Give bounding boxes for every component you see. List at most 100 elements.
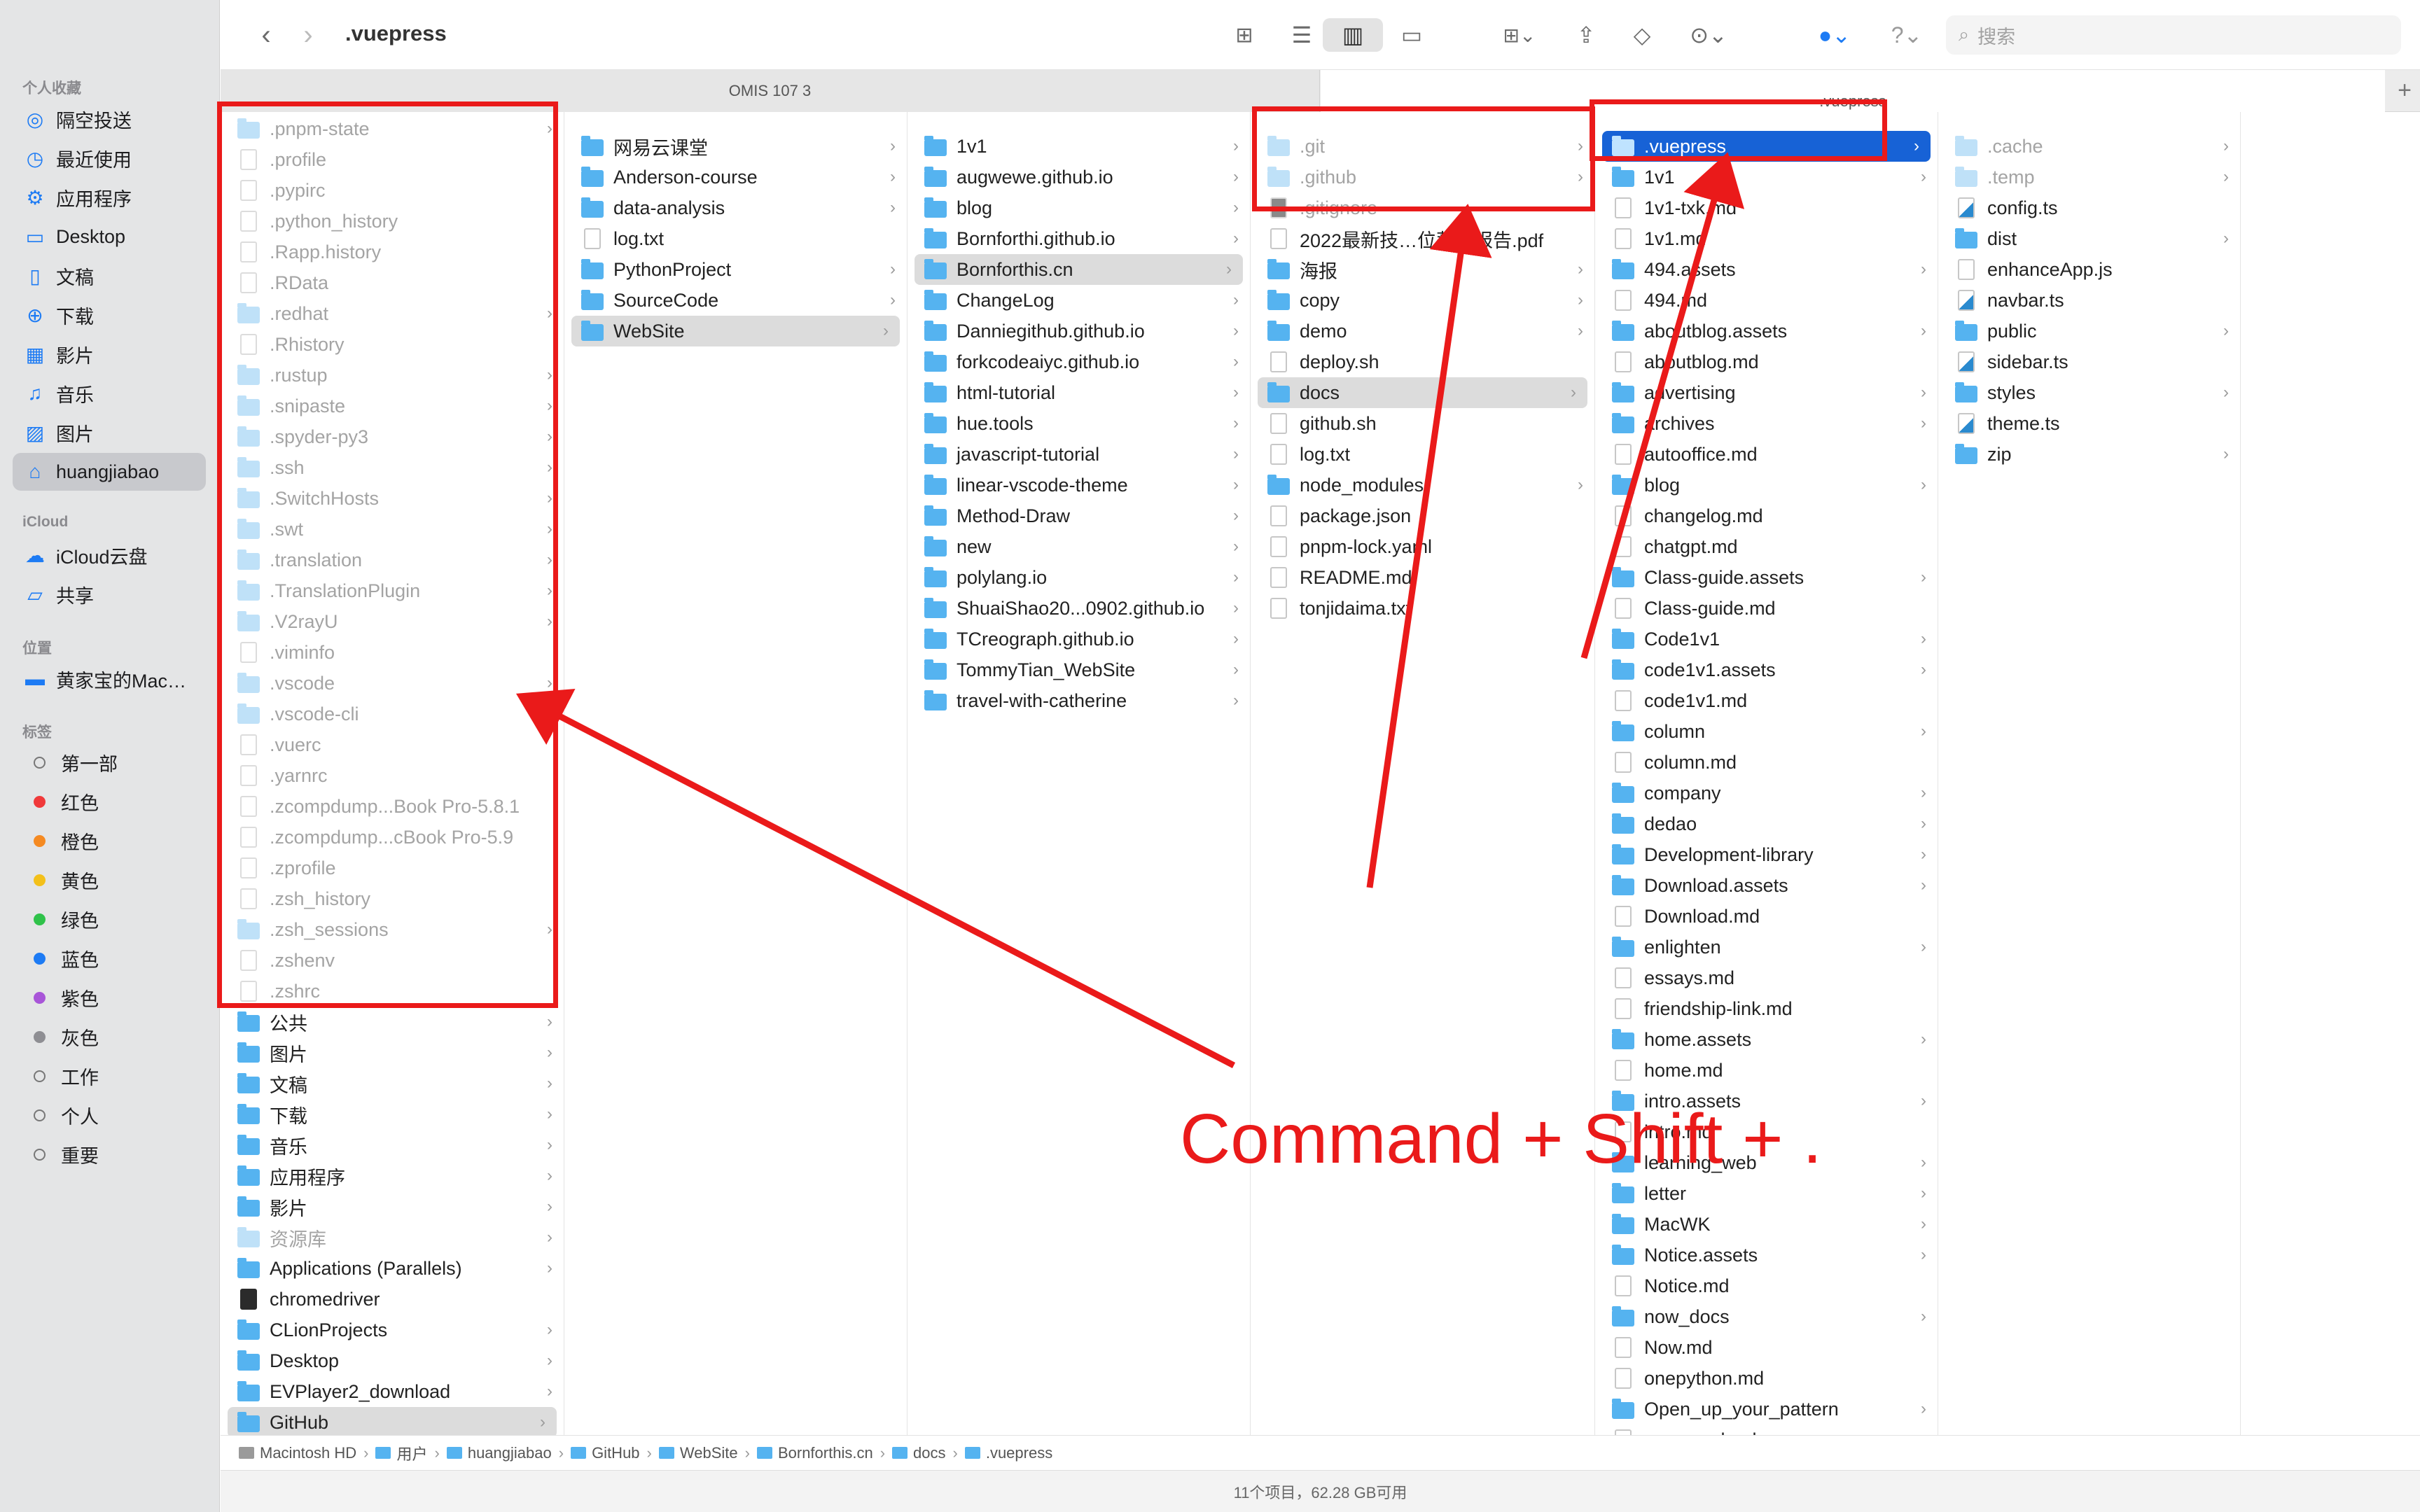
- folder-row[interactable]: node_modules ›: [1251, 470, 1594, 500]
- file-row[interactable]: 1v1-txk.md: [1595, 192, 1938, 223]
- folder-row[interactable]: ChangeLog ›: [908, 285, 1250, 316]
- folder-row[interactable]: 下载 ›: [221, 1099, 564, 1130]
- folder-row[interactable]: 资源库 ›: [221, 1222, 564, 1253]
- folder-row[interactable]: 1v1 ›: [908, 131, 1250, 162]
- folder-row[interactable]: 影片 ›: [221, 1191, 564, 1222]
- folder-row[interactable]: javascript-tutorial ›: [908, 439, 1250, 470]
- tag-item-个人[interactable]: 个人: [13, 1096, 206, 1134]
- tag-icon[interactable]: ◇: [1621, 18, 1663, 52]
- folder-row[interactable]: polylang.io ›: [908, 562, 1250, 593]
- help-button[interactable]: ?⌄: [1879, 18, 1935, 52]
- tag-item-绿色[interactable]: 绿色: [13, 900, 206, 938]
- folder-row[interactable]: EVPlayer2_download ›: [221, 1376, 564, 1407]
- folder-row[interactable]: copy ›: [1251, 285, 1594, 316]
- folder-row[interactable]: Method-Draw ›: [908, 500, 1250, 531]
- group-menu-button[interactable]: ⊞⌄: [1488, 18, 1551, 52]
- folder-row[interactable]: blog ›: [1595, 470, 1938, 500]
- airdrop-status-button[interactable]: ●⌄: [1803, 18, 1866, 52]
- folder-row[interactable]: data-analysis ›: [564, 192, 907, 223]
- tag-item-蓝色[interactable]: 蓝色: [13, 939, 206, 977]
- file-row[interactable]: theme.ts: [1938, 408, 2240, 439]
- folder-row[interactable]: advertising ›: [1595, 377, 1938, 408]
- folder-row[interactable]: Open_up_your_pattern ›: [1595, 1394, 1938, 1424]
- folder-row[interactable]: Bornforthis.cn ›: [915, 254, 1243, 285]
- folder-row[interactable]: Notice.assets ›: [1595, 1240, 1938, 1270]
- tag-item-橙色[interactable]: 橙色: [13, 822, 206, 860]
- folder-row[interactable]: home.assets ›: [1595, 1024, 1938, 1055]
- folder-row[interactable]: Download.assets ›: [1595, 870, 1938, 901]
- folder-row[interactable]: .cache ›: [1938, 131, 2240, 162]
- back-button[interactable]: ‹: [249, 18, 284, 52]
- sidebar-item-图片[interactable]: ▨ 图片: [13, 414, 206, 451]
- folder-row[interactable]: 1v1 ›: [1595, 162, 1938, 192]
- file-row[interactable]: friendship-link.md: [1595, 993, 1938, 1024]
- folder-row[interactable]: Applications (Parallels) ›: [221, 1253, 564, 1284]
- folder-row[interactable]: archives ›: [1595, 408, 1938, 439]
- tag-item-工作[interactable]: 工作: [13, 1057, 206, 1095]
- share-icon[interactable]: ⇪: [1565, 18, 1607, 52]
- path-crumb-docs[interactable]: docs: [892, 1444, 946, 1462]
- folder-row[interactable]: 网易云课堂 ›: [564, 131, 907, 162]
- folder-row[interactable]: public ›: [1938, 316, 2240, 346]
- column-5[interactable]: .vuepress › 1v1 › 1v1-txk.md 1v1.md 494.assets…: [1595, 112, 1938, 1435]
- folder-row[interactable]: company ›: [1595, 778, 1938, 808]
- folder-row[interactable]: 494.assets ›: [1595, 254, 1938, 285]
- forward-button[interactable]: ›: [291, 18, 326, 52]
- tag-item-第一部[interactable]: 第一部: [13, 743, 206, 781]
- more-actions-button[interactable]: ⊙⌄: [1677, 18, 1740, 52]
- tag-item-黄色[interactable]: 黄色: [13, 861, 206, 899]
- sidebar-item-应用程序[interactable]: ⚙ 应用程序: [13, 178, 206, 216]
- folder-row[interactable]: ShuaiShao20...0902.github.io ›: [908, 593, 1250, 624]
- folder-row[interactable]: SourceCode ›: [564, 285, 907, 316]
- tag-item-红色[interactable]: 红色: [13, 783, 206, 820]
- path-crumb-website[interactable]: WebSite: [658, 1444, 738, 1462]
- folder-row[interactable]: 公共 ›: [221, 1007, 564, 1037]
- file-row[interactable]: code1v1.md: [1595, 685, 1938, 716]
- tag-item-重要[interactable]: 重要: [13, 1135, 206, 1173]
- file-row[interactable]: sidebar.ts: [1938, 346, 2240, 377]
- folder-row[interactable]: Danniegithub.github.io ›: [908, 316, 1250, 346]
- file-row[interactable]: tonjidaima.txt: [1251, 593, 1594, 624]
- column-4[interactable]: .git › .github › .gitignore 2022最新技…位薪酬报告.pdf…: [1251, 112, 1595, 1435]
- file-row[interactable]: Now.md: [1595, 1332, 1938, 1363]
- sidebar-item-黄家宝的mac[interactable]: ▬ 黄家宝的Mac…: [13, 660, 206, 698]
- sidebar-item-音乐[interactable]: ♫ 音乐: [13, 374, 206, 412]
- folder-row[interactable]: letter ›: [1595, 1178, 1938, 1209]
- folder-row[interactable]: 海报 ›: [1251, 254, 1594, 285]
- sidebar-item-文稿[interactable]: ▯ 文稿: [13, 257, 206, 295]
- file-row[interactable]: home.md: [1595, 1055, 1938, 1086]
- folder-row[interactable]: new ›: [908, 531, 1250, 562]
- folder-row[interactable]: styles ›: [1938, 377, 2240, 408]
- sidebar-item-icloud云盘[interactable]: ☁ iCloud云盘: [13, 536, 206, 574]
- file-row[interactable]: autooffice.md: [1595, 439, 1938, 470]
- folder-row[interactable]: linear-vscode-theme ›: [908, 470, 1250, 500]
- path-crumb-用户[interactable]: 用户: [375, 1442, 428, 1464]
- file-row[interactable]: deploy.sh: [1251, 346, 1594, 377]
- folder-row[interactable]: code1v1.assets ›: [1595, 654, 1938, 685]
- folder-row[interactable]: demo ›: [1251, 316, 1594, 346]
- folder-row[interactable]: Code1v1 ›: [1595, 624, 1938, 654]
- folder-row[interactable]: column ›: [1595, 716, 1938, 747]
- file-row[interactable]: column.md: [1595, 747, 1938, 778]
- file-row[interactable]: password.md: [1595, 1424, 1938, 1435]
- folder-row[interactable]: TCreograph.github.io ›: [908, 624, 1250, 654]
- sidebar-item-huangjiabao[interactable]: ⌂ huangjiabao: [13, 453, 206, 491]
- file-row[interactable]: github.sh: [1251, 408, 1594, 439]
- folder-row[interactable]: html-tutorial ›: [908, 377, 1250, 408]
- folder-row[interactable]: GitHub ›: [228, 1407, 557, 1435]
- file-row[interactable]: log.txt: [1251, 439, 1594, 470]
- folder-row[interactable]: dedao ›: [1595, 808, 1938, 839]
- gallery-view-button[interactable]: ▭: [1387, 18, 1436, 52]
- folder-row[interactable]: augwewe.github.io ›: [908, 162, 1250, 192]
- path-crumb-bornforthis-cn[interactable]: Bornforthis.cn: [756, 1444, 873, 1462]
- sidebar-item-隔空投送[interactable]: ◎ 隔空投送: [13, 100, 206, 138]
- file-row[interactable]: Class-guide.md: [1595, 593, 1938, 624]
- folder-row[interactable]: 音乐 ›: [221, 1130, 564, 1161]
- sidebar-item-desktop[interactable]: ▭ Desktop: [13, 218, 206, 255]
- folder-row[interactable]: blog ›: [908, 192, 1250, 223]
- tag-item-紫色[interactable]: 紫色: [13, 979, 206, 1016]
- sidebar-item-共享[interactable]: ▱ 共享: [13, 575, 206, 613]
- file-row[interactable]: 1v1.md: [1595, 223, 1938, 254]
- icon-view-button[interactable]: ⊞: [1223, 18, 1265, 52]
- sidebar-item-最近使用[interactable]: ◷ 最近使用: [13, 139, 206, 177]
